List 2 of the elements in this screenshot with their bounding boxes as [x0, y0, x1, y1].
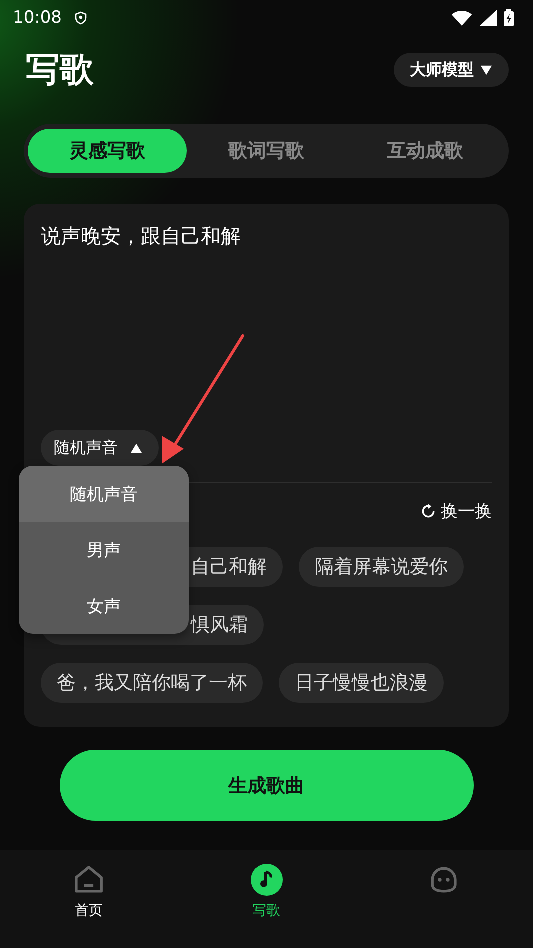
status-time: 10:08 [13, 8, 62, 28]
page-title: 写歌 [26, 49, 94, 92]
